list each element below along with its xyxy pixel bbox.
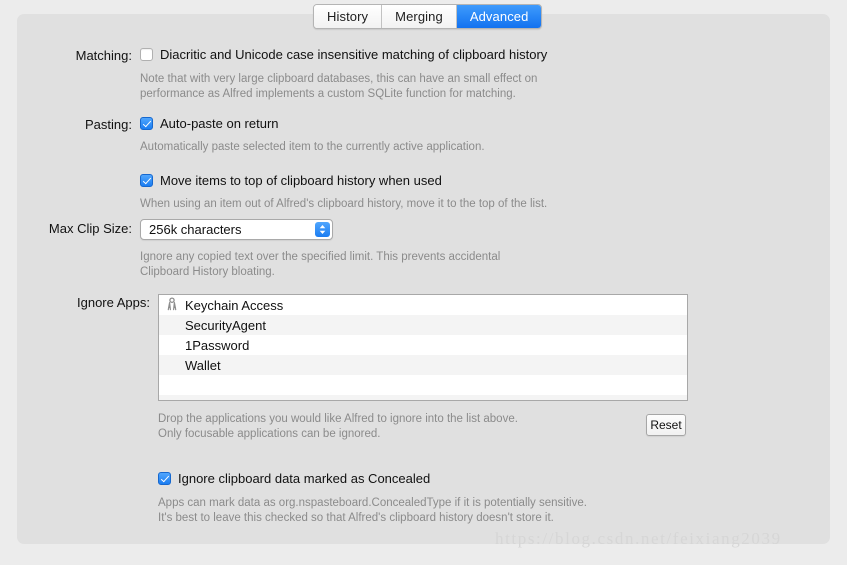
matching-body: Diacritic and Unicode case insensitive m… <box>140 47 547 101</box>
max-clip-size-select[interactable]: 256k characters <box>140 219 333 240</box>
list-item[interactable]: Keychain Access <box>159 295 687 315</box>
move-to-top-checkbox-row[interactable]: Move items to top of clipboard history w… <box>140 173 547 188</box>
tab-advanced[interactable]: Advanced <box>456 5 542 28</box>
matching-help-line-1: Note that with very large clipboard data… <box>140 73 538 85</box>
concealed-checkbox[interactable] <box>158 472 171 485</box>
ignore-apps-help-line-2: Only focusable applications can be ignor… <box>158 427 381 440</box>
list-item-label: Keychain Access <box>185 297 284 313</box>
tab-bar: History Merging Advanced <box>313 4 543 29</box>
ignore-apps-list[interactable]: Keychain Access SecurityAgent 1Password … <box>158 294 688 401</box>
concealed-row: Ignore clipboard data marked as Conceale… <box>158 471 587 525</box>
list-item[interactable]: Wallet <box>159 355 687 375</box>
list-item[interactable]: 1Password <box>159 335 687 355</box>
ignore-apps-help-line-1: Drop the applications you would like Alf… <box>158 413 518 425</box>
list-item-label: Wallet <box>185 357 221 373</box>
matching-label: Matching: <box>75 48 132 63</box>
max-clip-size-value: 256k characters <box>149 222 242 237</box>
auto-paste-label: Auto-paste on return <box>160 116 279 131</box>
diacritic-matching-label: Diacritic and Unicode case insensitive m… <box>160 47 548 62</box>
concealed-help-line-2: It's best to leave this checked so that … <box>158 511 554 524</box>
matching-checkbox-row[interactable]: Diacritic and Unicode case insensitive m… <box>140 47 547 62</box>
max-clip-size-row: Max Clip Size: 256k characters Ignore an… <box>22 219 500 279</box>
move-to-top-help: When using an item out of Alfred's clipb… <box>140 197 548 210</box>
tab-merging[interactable]: Merging <box>382 5 457 28</box>
chevron-updown-icon[interactable] <box>315 222 330 237</box>
list-item-label: SecurityAgent <box>185 317 266 333</box>
pasting-label: Pasting: <box>85 117 132 132</box>
reset-button[interactable]: Reset <box>646 414 686 436</box>
ignore-apps-label: Ignore Apps: <box>77 295 150 310</box>
list-item[interactable] <box>159 375 687 395</box>
max-clip-size-body: 256k characters Ignore any copied text o… <box>140 219 500 279</box>
auto-paste-help: Automatically paste selected item to the… <box>140 141 485 153</box>
concealed-help-line-1: Apps can mark data as org.nspasteboard.C… <box>158 497 587 509</box>
tab-history[interactable]: History <box>314 5 383 28</box>
list-item-label: 1Password <box>185 337 250 353</box>
concealed-body: Ignore clipboard data marked as Conceale… <box>158 471 587 525</box>
keychain-icon <box>167 297 177 311</box>
move-to-top-label: Move items to top of clipboard history w… <box>160 172 442 188</box>
list-item[interactable] <box>159 395 687 400</box>
matching-row: Matching: Diacritic and Unicode case ins… <box>32 47 548 101</box>
watermark-text: https://blog.csdn.net/feixiang2039 <box>495 529 782 548</box>
max-clip-size-help-line-2: Clipboard History bloating. <box>140 265 275 278</box>
diacritic-matching-checkbox[interactable] <box>140 48 153 61</box>
pasting-row: Pasting: Auto-paste on return Automatica… <box>32 116 547 211</box>
ignore-apps-row: Ignore Apps: Keychain Access SecurityAge <box>42 294 688 441</box>
auto-paste-checkbox-row[interactable]: Auto-paste on return <box>140 116 547 131</box>
move-to-top-checkbox[interactable] <box>140 173 153 187</box>
concealed-checkbox-row[interactable]: Ignore clipboard data marked as Conceale… <box>158 471 587 486</box>
ignore-apps-body: Keychain Access SecurityAgent 1Password … <box>158 294 688 441</box>
max-clip-size-help-line-1: Ignore any copied text over the specifie… <box>140 251 501 263</box>
max-clip-size-label: Max Clip Size: <box>48 221 132 236</box>
pasting-body: Auto-paste on return Automatically paste… <box>140 116 547 211</box>
auto-paste-checkbox[interactable] <box>140 117 153 130</box>
list-item[interactable]: SecurityAgent <box>159 315 687 335</box>
matching-help-line-2: performance as Alfred implements a custo… <box>140 87 516 100</box>
concealed-label: Ignore clipboard data marked as Conceale… <box>178 471 431 486</box>
